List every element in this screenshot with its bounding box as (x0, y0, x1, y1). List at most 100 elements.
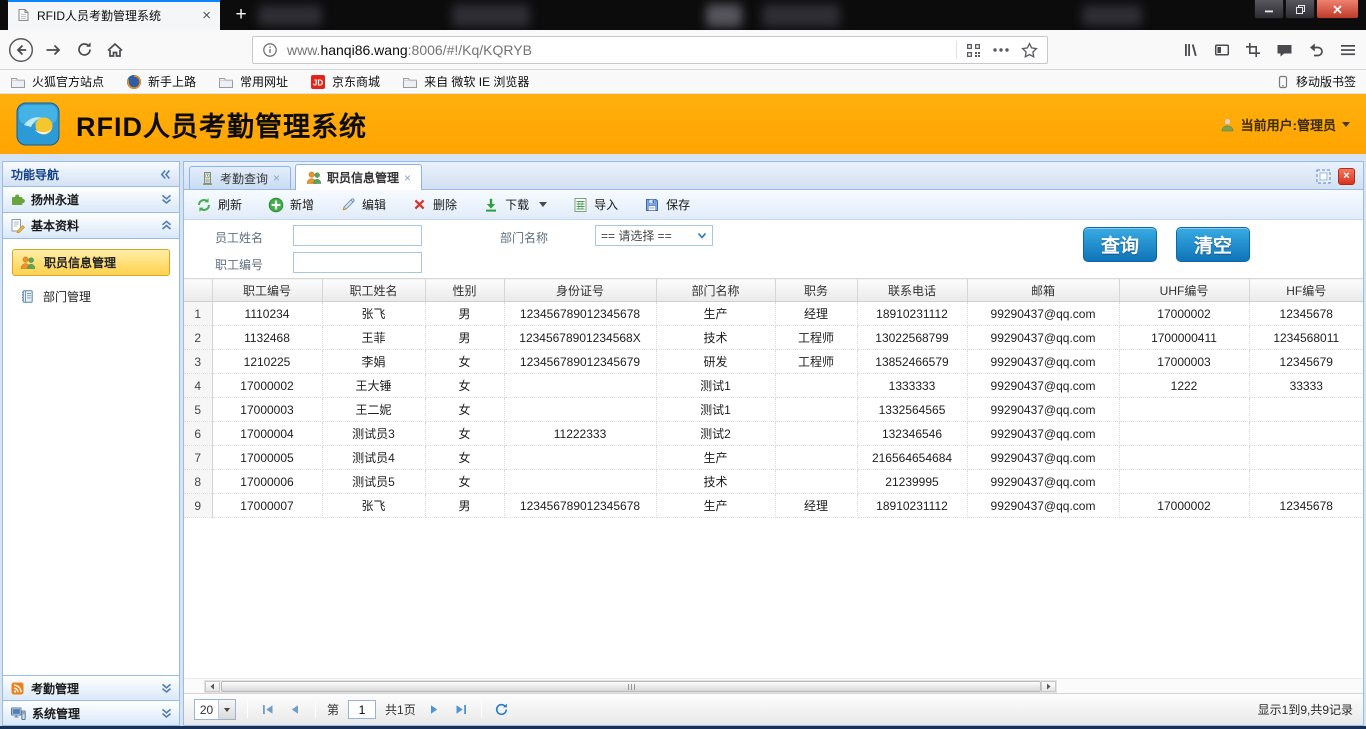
sidebars-icon[interactable] (1214, 42, 1230, 58)
scroll-left-icon[interactable] (205, 681, 220, 692)
maximize-panel-icon[interactable] (1316, 169, 1331, 184)
toolbar-button-label: 新增 (290, 196, 314, 213)
bookmark-item[interactable]: 常用网址 (218, 73, 288, 90)
current-user-menu[interactable]: 当前用户:管理员 (1220, 115, 1350, 134)
url-bar[interactable]: www.hanqi86.wang:8006/#!/Kq/KQRYB (252, 36, 1048, 64)
minimize-button[interactable] (1254, 0, 1284, 19)
first-page-button[interactable] (259, 701, 277, 719)
sidebar-group-yangzhou[interactable]: 扬州永道 (3, 187, 179, 213)
department-select[interactable]: == 请选择 == (595, 225, 713, 246)
column-header[interactable]: HF编号 (1249, 279, 1363, 302)
close-panel-icon[interactable]: × (1338, 168, 1355, 185)
tab-staff-info[interactable]: 职员信息管理 × (295, 164, 422, 190)
scroll-right-icon[interactable] (1041, 681, 1056, 692)
table-cell: 1234568011 (1249, 326, 1363, 350)
download-button[interactable]: 下载 (483, 196, 547, 213)
table-row[interactable]: 717000005测试员4女生产21656465468499290437@qq.… (184, 446, 1363, 470)
bookmark-item[interactable]: 来自 微软 IE 浏览器 (402, 73, 529, 90)
query-button[interactable]: 查询 (1083, 227, 1157, 262)
attendance-query-icon (200, 171, 215, 186)
column-header[interactable]: 身份证号 (504, 279, 656, 302)
page-size-select[interactable]: 20 (194, 699, 236, 720)
thumb-grip (631, 684, 632, 690)
browser-tab[interactable]: RFID人员考勤管理系统 × (8, 0, 220, 30)
table-row[interactable]: 21132468王菲男12345678901234568X技术工程师130225… (184, 326, 1363, 350)
delete-button[interactable]: 删除 (412, 196, 457, 213)
column-header[interactable]: 邮箱 (967, 279, 1119, 302)
prev-page-button[interactable] (286, 701, 304, 719)
chevron-double-down-icon[interactable] (161, 683, 172, 694)
table-cell: 17000002 (1119, 494, 1249, 518)
table-row[interactable]: 417000002王大锤女测试1133333399290437@qq.com12… (184, 374, 1363, 398)
window-titlebar: RFID人员考勤管理系统 × + (0, 0, 1366, 30)
refresh-grid-button[interactable] (493, 701, 511, 719)
screenshot-icon[interactable] (1245, 42, 1261, 58)
sidebar-item-staff-info[interactable]: 职员信息管理 (12, 249, 170, 276)
bookmark-item[interactable]: 火狐官方站点 (10, 73, 104, 90)
library-icon[interactable] (1183, 42, 1199, 58)
bookmark-mobile[interactable]: 移动版书签 (1276, 73, 1356, 90)
tab-attendance-query[interactable]: 考勤查询 × (189, 166, 291, 189)
save-button[interactable]: 保存 (644, 196, 690, 213)
more-icon[interactable] (993, 48, 1009, 52)
column-header[interactable]: 性别 (425, 279, 504, 302)
column-header[interactable]: 联系电话 (857, 279, 967, 302)
column-header[interactable]: 职工编号 (212, 279, 322, 302)
refresh-button[interactable]: 刷新 (196, 196, 242, 213)
add-button[interactable]: 新增 (268, 196, 314, 213)
column-header[interactable]: 职工姓名 (322, 279, 425, 302)
column-header[interactable]: 部门名称 (656, 279, 775, 302)
last-page-button[interactable] (452, 701, 470, 719)
sidebar-item-department[interactable]: 部门管理 (12, 284, 170, 308)
dropdown-caret-icon[interactable] (539, 202, 547, 207)
forward-button[interactable] (44, 42, 62, 58)
page-number-input[interactable] (348, 700, 376, 719)
column-header[interactable]: UHF编号 (1119, 279, 1249, 302)
sidebar-group-system[interactable]: 系统管理 (3, 700, 179, 725)
chevron-double-down-icon[interactable] (161, 194, 172, 205)
info-icon[interactable] (262, 42, 278, 58)
chevron-double-up-icon[interactable] (161, 220, 172, 231)
menu-icon[interactable] (1340, 43, 1356, 57)
sidebar-group-attendance[interactable]: 考勤管理 (3, 675, 179, 700)
home-button[interactable] (106, 42, 124, 58)
collapse-sidebar-icon[interactable] (160, 169, 171, 180)
chat-icon[interactable] (1276, 42, 1293, 58)
chevron-double-down-icon[interactable] (161, 708, 172, 719)
qr-code-icon[interactable] (966, 43, 981, 58)
app-viewport: 功能导航 扬州永道 基本资料 职员信息管理部门管理 考勤管理系统管理 考勤查询 … (0, 154, 1366, 726)
table-row[interactable]: 11110234张飞男123456789012345678生产经理1891023… (184, 302, 1363, 326)
scrollbar-thumb[interactable] (221, 681, 1041, 692)
undo-icon[interactable] (1308, 42, 1325, 58)
table-row[interactable]: 817000006测试员5女技术2123999599290437@qq.com (184, 470, 1363, 494)
system-icon (10, 706, 26, 721)
bookmark-item[interactable]: 新手上路 (126, 73, 196, 90)
table-row[interactable]: 617000004测试员3女11222333测试2132346546992904… (184, 422, 1363, 446)
table-row[interactable]: 917000007张飞男123456789012345678生产经理189102… (184, 494, 1363, 518)
folder-icon (218, 75, 234, 89)
tab-close-icon[interactable]: × (273, 172, 280, 184)
tab-close-icon[interactable]: × (404, 172, 411, 184)
close-button[interactable] (1316, 0, 1359, 19)
next-page-button[interactable] (425, 701, 443, 719)
page-size-dropdown-button[interactable] (218, 700, 235, 719)
employee-name-input[interactable] (293, 225, 422, 246)
new-tab-button[interactable]: + (228, 3, 254, 27)
star-icon[interactable] (1021, 42, 1038, 58)
table-row[interactable]: 31210225李娟女123456789012345679研发工程师138524… (184, 350, 1363, 374)
url-text[interactable]: www.hanqi86.wang:8006/#!/Kq/KQRYB (287, 42, 947, 58)
employee-code-input[interactable] (293, 252, 422, 273)
table-cell: 经理 (775, 494, 857, 518)
table-row[interactable]: 517000003王二妮女测试1133256456599290437@qq.co… (184, 398, 1363, 422)
clear-button[interactable]: 清空 (1176, 227, 1250, 262)
column-header[interactable]: 职务 (775, 279, 857, 302)
edit-button[interactable]: 编辑 (340, 196, 386, 213)
reload-button[interactable] (76, 41, 93, 58)
tab-close-icon[interactable]: × (202, 8, 211, 23)
import-button[interactable]: 导入 (573, 196, 618, 213)
restore-button[interactable] (1285, 0, 1315, 19)
back-button[interactable] (8, 37, 34, 63)
sidebar-group-basic-data[interactable]: 基本资料 (3, 213, 179, 239)
bookmark-item[interactable]: JD京东商城 (310, 73, 380, 90)
scrollbar-track[interactable] (204, 680, 1057, 693)
